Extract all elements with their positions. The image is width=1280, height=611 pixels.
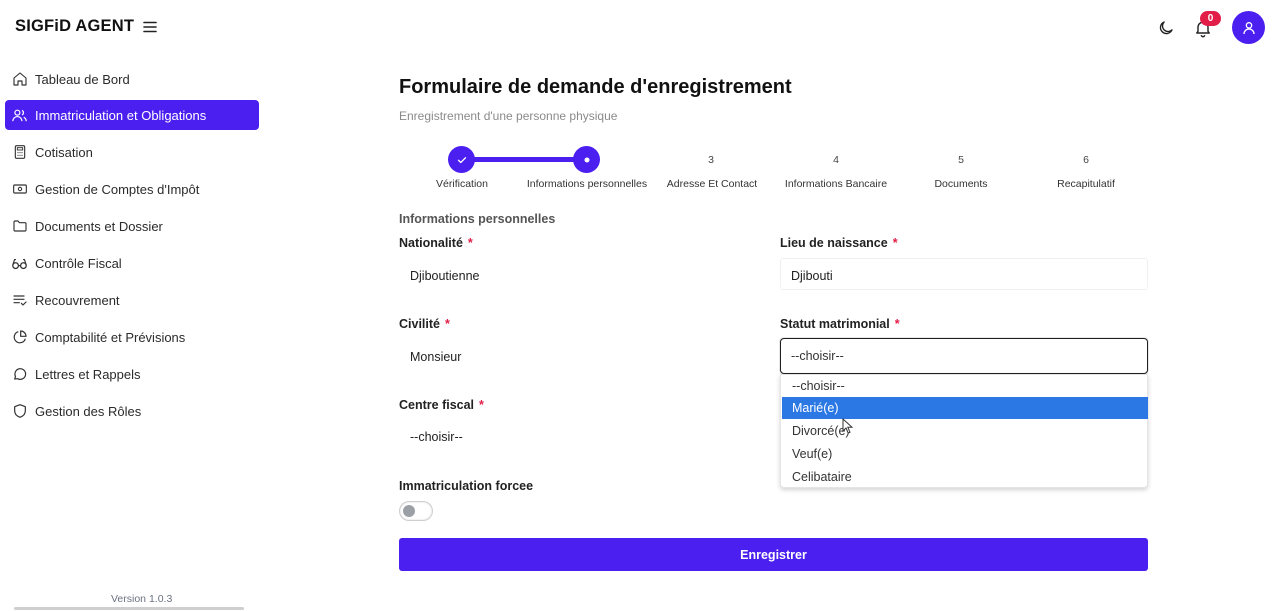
- sidebar-item-label: Tableau de Bord: [35, 71, 130, 87]
- sidebar-item-gestion-comptes[interactable]: Gestion de Comptes d'Impôt: [5, 174, 259, 204]
- section-title: Informations personnelles: [399, 212, 556, 226]
- home-icon: [11, 71, 28, 88]
- step-1-check-circle[interactable]: [448, 146, 475, 173]
- sidebar-item-label: Contrôle Fiscal: [35, 255, 122, 271]
- immatriculation-forcee-label: Immatriculation forcee: [399, 479, 534, 493]
- message-circle-icon: [11, 366, 28, 383]
- sidebar-item-label: Gestion de Comptes d'Impôt: [35, 181, 200, 197]
- dropdown-option-highlighted[interactable]: Marié(e): [782, 397, 1148, 419]
- sidebar: Tableau de Bord Immatriculation et Oblig…: [0, 60, 264, 611]
- sidebar-item-immatriculation[interactable]: Immatriculation et Obligations: [5, 100, 259, 130]
- banknote-icon: [11, 181, 28, 198]
- step-3-number[interactable]: 3: [696, 154, 726, 166]
- toggle-knob: [403, 505, 415, 517]
- sidebar-item-lettres[interactable]: Lettres et Rappels: [5, 359, 259, 389]
- civilite-select[interactable]: Monsieur: [410, 350, 461, 364]
- required-marker: *: [892, 236, 898, 250]
- step-5-number[interactable]: 5: [946, 154, 976, 166]
- civilite-label: Civilité *: [399, 317, 450, 331]
- dark-mode-moon-icon[interactable]: [1157, 19, 1175, 37]
- sidebar-item-label: Lettres et Rappels: [35, 366, 141, 382]
- sidebar-item-tableau-de-bord[interactable]: Tableau de Bord: [5, 64, 259, 94]
- enregistrer-button[interactable]: Enregistrer: [399, 538, 1148, 571]
- required-marker: *: [445, 317, 450, 331]
- nationalite-field[interactable]: Djiboutienne: [410, 269, 480, 283]
- dropdown-option[interactable]: Divorcé(e): [782, 420, 1148, 442]
- stepper-progress-line: [461, 157, 587, 162]
- sidebar-item-roles[interactable]: Gestion des Rôles: [5, 396, 259, 426]
- required-marker: *: [467, 236, 473, 250]
- page-title: Formulaire de demande d'enregistrement: [399, 76, 792, 98]
- app-title: SIGFiD AGENT: [15, 17, 135, 35]
- glasses-icon: [11, 255, 28, 272]
- user-avatar[interactable]: [1232, 11, 1265, 44]
- app-version: Version 1.0.3: [111, 593, 173, 605]
- required-marker: *: [479, 398, 484, 412]
- sidebar-item-label: Immatriculation et Obligations: [35, 107, 207, 123]
- dropdown-option[interactable]: Celibataire: [782, 466, 1148, 488]
- dropdown-option[interactable]: Veuf(e): [782, 443, 1148, 465]
- mouse-pointer-icon: [842, 417, 854, 434]
- nationalite-label: Nationalité *: [399, 236, 473, 250]
- dot-icon: [584, 157, 589, 162]
- statut-matrimonial-dropdown: --choisir-- Marié(e) Divorcé(e) Veuf(e) …: [780, 374, 1148, 488]
- centre-fiscal-label: Centre fiscal *: [399, 398, 484, 412]
- sidebar-item-label: Cotisation: [35, 144, 93, 160]
- notification-count-badge: 0: [1200, 11, 1221, 26]
- dropdown-option[interactable]: --choisir--: [782, 375, 1148, 397]
- required-marker: *: [894, 317, 900, 331]
- sidebar-scrollbar[interactable]: [14, 607, 244, 610]
- lieu-naissance-input-box[interactable]: [780, 258, 1148, 290]
- step-label-recapitulatif: Recapitulatif: [1057, 178, 1115, 190]
- sidebar-item-comptabilite[interactable]: Comptabilité et Prévisions: [5, 322, 259, 352]
- users-icon: [11, 107, 28, 124]
- lieu-naissance-field[interactable]: Djibouti: [791, 269, 833, 283]
- calculator-icon: [11, 144, 28, 161]
- top-bar: SIGFiD AGENT 0: [0, 0, 1280, 56]
- sidebar-item-cotisation[interactable]: Cotisation: [5, 137, 259, 167]
- pie-chart-icon: [11, 329, 28, 346]
- sidebar-item-label: Gestion des Rôles: [35, 403, 142, 419]
- sidebar-item-label: Recouvrement: [35, 292, 120, 308]
- centre-fiscal-select[interactable]: --choisir--: [410, 430, 463, 444]
- shield-icon: [11, 403, 28, 420]
- step-6-number[interactable]: 6: [1071, 154, 1101, 166]
- user-icon: [1242, 21, 1255, 34]
- check-icon: [457, 156, 466, 163]
- sidebar-item-label: Documents et Dossier: [35, 218, 163, 234]
- hamburger-menu-icon[interactable]: [142, 19, 158, 35]
- sidebar-item-label: Comptabilité et Prévisions: [35, 329, 186, 345]
- sidebar-item-documents[interactable]: Documents et Dossier: [5, 211, 259, 241]
- step-4-number[interactable]: 4: [821, 154, 851, 166]
- immatriculation-forcee-toggle[interactable]: [399, 501, 433, 521]
- sidebar-item-recouvrement[interactable]: Recouvrement: [5, 285, 259, 315]
- sidebar-item-controle-fiscal[interactable]: Contrôle Fiscal: [5, 248, 259, 278]
- folder-icon: [11, 218, 28, 235]
- statut-matrimonial-label: Statut matrimonial *: [780, 317, 900, 331]
- page-subtitle: Enregistrement d'une personne physique: [399, 109, 618, 123]
- list-check-icon: [11, 292, 28, 309]
- lieu-naissance-label: Lieu de naissance *: [780, 236, 898, 250]
- statut-matrimonial-value: --choisir--: [791, 349, 844, 363]
- step-2-current-circle[interactable]: [573, 146, 600, 173]
